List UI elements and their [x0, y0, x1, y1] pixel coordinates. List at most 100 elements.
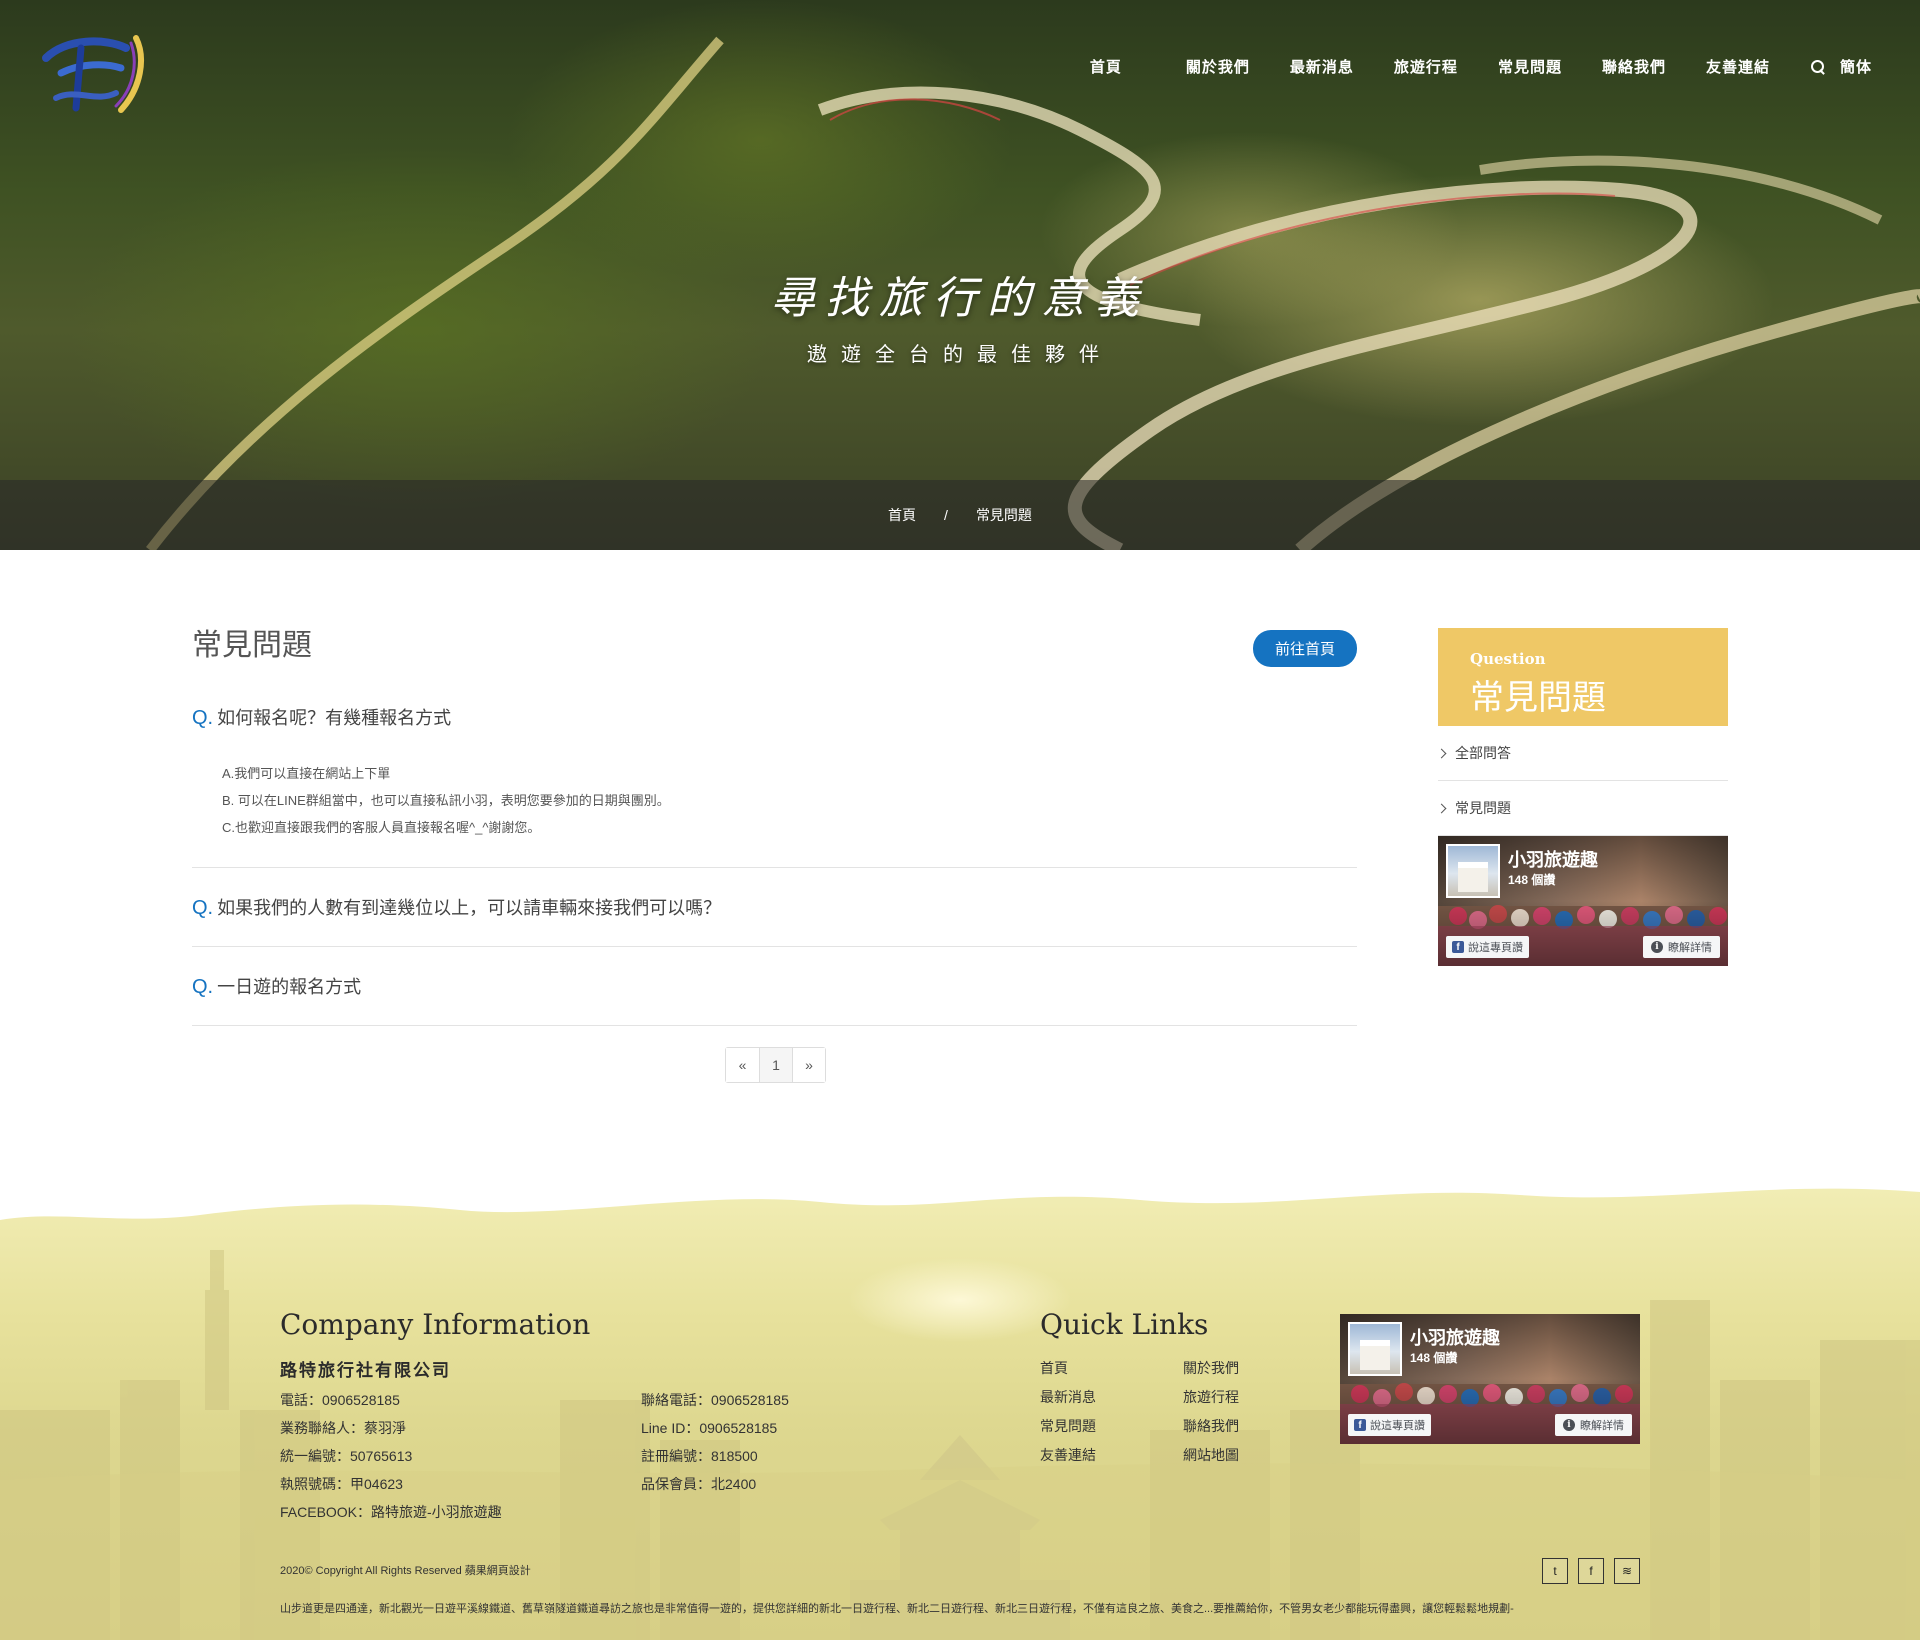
pager-next[interactable]: »	[792, 1048, 825, 1082]
company-contact-person: 業務聯絡人：蔡羽淨	[280, 1420, 406, 1436]
breadcrumb-separator: /	[944, 507, 948, 523]
facebook-icon: f	[1354, 1419, 1366, 1431]
chevron-right-icon	[1436, 748, 1447, 758]
facebook-like-label: 說這專頁讚	[1468, 942, 1523, 954]
facebook-info-button[interactable]: i 瞭解詳情	[1643, 936, 1720, 958]
quick-links-title: Quick Links	[1040, 1308, 1209, 1341]
faq-item: Q. 如何報名呢？有幾種報名方式 A.我們可以直接在網站上下單 B. 可以在LI…	[192, 704, 1357, 868]
page-title: 常見問題	[192, 628, 312, 663]
quick-link-home[interactable]: 首頁	[1040, 1354, 1096, 1383]
faq-answer-line: B. 可以在LINE群組當中，也可以直接私訊小羽，表明您要參加的日期與團別。	[222, 793, 670, 808]
pager-prev[interactable]: «	[726, 1048, 759, 1082]
company-facebook[interactable]: FACEBOOK：路特旅遊-小羽旅遊趣	[280, 1498, 502, 1526]
facebook-like-label: 說這專頁讚	[1370, 1420, 1425, 1432]
faq-answer-line: A.我們可以直接在網站上下單	[222, 766, 391, 781]
company-registration-no: 註冊編號：818500	[641, 1448, 758, 1464]
company-tax-id: 統一編號：50765613	[280, 1448, 413, 1464]
company-contact-phone: 聯絡電話：0906528185	[641, 1392, 789, 1408]
go-home-button[interactable]: 前往首頁	[1252, 630, 1357, 667]
nav-home[interactable]: 首頁	[1090, 56, 1122, 77]
q-mark: Q.	[192, 897, 214, 919]
sidebar-header-sub: Question	[1470, 650, 1546, 668]
q-mark: Q.	[192, 976, 214, 998]
breadcrumb-current: 常見問題	[975, 507, 1032, 523]
company-phone: 電話：0906528185	[280, 1392, 400, 1408]
nav-tours[interactable]: 旅遊行程	[1394, 56, 1458, 77]
site-logo[interactable]	[26, 18, 156, 118]
company-info-left: 電話：0906528185 業務聯絡人：蔡羽淨 統一編號：50765613 執照…	[280, 1386, 502, 1526]
quick-link-sitemap[interactable]: 網站地圖	[1183, 1441, 1239, 1470]
copyright-text: 2020© Copyright All Rights Reserved 蘋果網頁…	[280, 1565, 531, 1577]
hero-title: 尋找旅行的意義	[771, 273, 1149, 324]
sidebar: Question 常見問題 全部問答 常見問題 小羽旅遊趣 148 個讚 f 說…	[1436, 628, 1728, 966]
facebook-icon[interactable]: f	[1578, 1558, 1604, 1584]
faq-question-text: 一日遊的報名方式	[217, 977, 362, 997]
nav-contact[interactable]: 聯絡我們	[1602, 56, 1666, 77]
facebook-icon: f	[1452, 941, 1464, 953]
chevron-right-icon	[1436, 803, 1447, 813]
faq-item: Q. 一日遊的報名方式	[192, 947, 1357, 1026]
lang-switch[interactable]: 簡体	[1840, 56, 1872, 77]
quick-link-contact[interactable]: 聯絡我們	[1183, 1412, 1239, 1441]
sidebar-header-title: 常見問題	[1470, 678, 1606, 718]
info-icon: i	[1563, 1419, 1575, 1431]
sidebar-item-label: 全部問答	[1455, 745, 1511, 761]
facebook-page-avatar	[1446, 844, 1500, 898]
breadcrumb-home[interactable]: 首頁	[888, 505, 916, 525]
pager-page[interactable]: 1	[759, 1048, 792, 1082]
nav-faq[interactable]: 常見問題	[1498, 56, 1562, 77]
quick-link-news[interactable]: 最新消息	[1040, 1383, 1096, 1412]
rss-icon[interactable]: ≋	[1614, 1558, 1640, 1584]
sidebar-header: Question 常見問題	[1438, 628, 1728, 726]
faq-answer: A.我們可以直接在網站上下單 B. 可以在LINE群組當中，也可以直接私訊小羽，…	[192, 760, 1357, 841]
sidebar-item-all[interactable]: 全部問答	[1436, 726, 1728, 781]
company-info-title: Company Information	[280, 1308, 591, 1341]
hero-subtitle: 遨遊全台的最佳夥伴	[807, 344, 1113, 366]
footer-facebook-widget[interactable]: 小羽旅遊趣 148 個讚 f 說這專頁讚 i 瞭解詳情	[1340, 1314, 1640, 1444]
quick-link-friendly[interactable]: 友善連結	[1040, 1441, 1096, 1470]
facebook-page-widget[interactable]: 小羽旅遊趣 148 個讚 f 說這專頁讚 i 瞭解詳情	[1438, 836, 1728, 966]
faq-question-text: 如何報名呢？有幾種報名方式	[217, 708, 452, 728]
facebook-like-count: 148 個讚	[1508, 873, 1556, 887]
search-icon[interactable]	[1810, 59, 1826, 75]
pagination: « 1 »	[725, 1047, 826, 1083]
q-mark: Q.	[192, 707, 214, 729]
faq-question[interactable]: Q. 如何報名呢？有幾種報名方式	[192, 704, 1357, 730]
faq-question[interactable]: Q. 一日遊的報名方式	[192, 973, 1357, 999]
company-license-no: 執照號碼：甲04623	[280, 1476, 403, 1492]
facebook-page-name[interactable]: 小羽旅遊趣	[1410, 1324, 1500, 1350]
quick-link-tours[interactable]: 旅遊行程	[1183, 1383, 1239, 1412]
facebook-like-button[interactable]: f 說這專頁讚	[1348, 1414, 1431, 1436]
faq-question[interactable]: Q. 如果我們的人數有到達幾位以上，可以請車輛來接我們可以嗎？	[192, 894, 1357, 920]
nav-links[interactable]: 友善連結	[1706, 56, 1770, 77]
twitter-icon[interactable]: t	[1542, 1558, 1568, 1584]
quick-link-about[interactable]: 關於我們	[1183, 1354, 1239, 1383]
facebook-like-button[interactable]: f 說這專頁讚	[1446, 936, 1529, 958]
footer-marquee-text: 山步道更是四通達，新北觀光一日遊平溪線鐵道、舊草嶺隧道鐵道尋訪之旅也是非常值得一…	[280, 1603, 1514, 1615]
main-nav: 首頁 關於我們 最新消息 旅遊行程 常見問題 聯絡我們 友善連結 簡体	[1090, 56, 1872, 77]
nav-about[interactable]: 關於我們	[1186, 56, 1250, 77]
sidebar-item-label: 常見問題	[1455, 800, 1511, 816]
faq-answer-line: C.也歡迎直接跟我們的客服人員直接報名喔^_^謝謝您。	[222, 820, 541, 835]
footer: Company Information 路特旅行社有限公司 電話：0906528…	[0, 1180, 1920, 1640]
facebook-info-button[interactable]: i 瞭解詳情	[1555, 1414, 1632, 1436]
company-line-id: Line ID：0906528185	[641, 1420, 778, 1436]
info-icon: i	[1651, 941, 1663, 953]
company-info-right: 聯絡電話：0906528185 Line ID：0906528185 註冊編號：…	[641, 1386, 789, 1498]
quick-links-col1: 首頁 最新消息 常見問題 友善連結	[1040, 1354, 1096, 1470]
quick-links-col2: 關於我們 旅遊行程 聯絡我們 網站地圖	[1183, 1354, 1239, 1470]
company-quality-member: 品保會員：北2400	[641, 1476, 757, 1492]
faq-content: 常見問題 前往首頁 Q. 如何報名呢？有幾種報名方式 A.我們可以直接在網站上下…	[192, 620, 1357, 1026]
faq-question-text: 如果我們的人數有到達幾位以上，可以請車輛來接我們可以嗎？	[217, 898, 722, 918]
sidebar-item-faq[interactable]: 常見問題	[1436, 781, 1728, 836]
facebook-page-avatar	[1348, 1322, 1402, 1376]
facebook-page-name[interactable]: 小羽旅遊趣	[1508, 846, 1598, 872]
company-name: 路特旅行社有限公司	[280, 1361, 451, 1380]
facebook-info-label: 瞭解詳情	[1668, 942, 1712, 954]
facebook-like-count: 148 個讚	[1410, 1351, 1458, 1365]
hero-banner: 首頁 關於我們 最新消息 旅遊行程 常見問題 聯絡我們 友善連結 簡体 尋找旅行…	[0, 0, 1920, 550]
nav-news[interactable]: 最新消息	[1290, 56, 1354, 77]
facebook-info-label: 瞭解詳情	[1580, 1420, 1624, 1432]
quick-link-faq[interactable]: 常見問題	[1040, 1412, 1096, 1441]
breadcrumb: 首頁 / 常見問題	[0, 480, 1920, 550]
